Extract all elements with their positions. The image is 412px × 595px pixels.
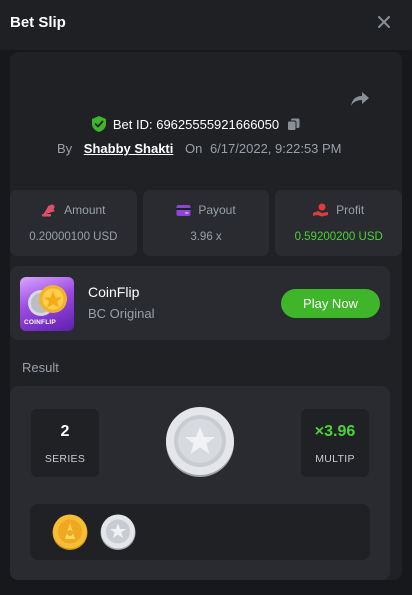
series-value: 2: [60, 423, 70, 440]
game-card: COINFLIP CoinFlip BC Original Play Now: [10, 266, 390, 340]
multiplier-box: ×3.96 MULTIP: [301, 409, 369, 477]
stat-payout-label: Payout: [198, 203, 236, 217]
bet-by-row: By Shabby Shakti On 6/17/2022, 9:22:53 P…: [57, 141, 342, 156]
bet-id-row: Bet ID: 69625555921666050: [0, 116, 392, 132]
silver-coin-icon: [166, 407, 234, 477]
game-subtitle: BC Original: [88, 306, 155, 321]
stat-profit-value: 0.59200200 USD: [294, 231, 383, 243]
user-link[interactable]: Shabby Shakti: [84, 141, 174, 156]
bet-id: Bet ID: 69625555921666050: [112, 116, 280, 132]
silver-coin-small-icon: [100, 514, 136, 550]
stat-profit: Profit 0.59200200 USD: [275, 190, 403, 256]
gold-coin-icon: [52, 514, 88, 550]
result-box: 2 SERIES ×3.96 MULTIP: [10, 386, 390, 580]
result-label: Result: [22, 360, 59, 375]
stat-payout-value: 3.96 x: [190, 231, 222, 243]
series-box: 2 SERIES: [31, 409, 99, 477]
stats-row: Amount 0.20000100 USD Payout 3.96 x Prof…: [10, 190, 403, 256]
thumbnail-tag: COINFLIP: [24, 319, 56, 326]
multiplier-value: ×3.96: [314, 423, 356, 440]
bet-datetime: 6/17/2022, 9:22:53 PM: [209, 141, 342, 156]
amount-icon: [42, 204, 56, 217]
close-icon[interactable]: [376, 14, 392, 30]
shield-check-icon: [91, 116, 106, 132]
stat-profit-label: Profit: [336, 203, 365, 217]
stat-amount-value: 0.20000100 USD: [29, 231, 118, 243]
page-title: Bet Slip: [10, 14, 66, 31]
payout-icon: [176, 204, 191, 216]
game-name: CoinFlip: [88, 284, 140, 300]
stat-amount-label: Amount: [64, 203, 106, 217]
on-label: On: [185, 141, 203, 156]
play-now-button[interactable]: Play Now: [281, 289, 380, 318]
header: Bet Slip: [0, 0, 412, 50]
by-label: By: [57, 141, 73, 156]
coin-history: [30, 504, 370, 560]
stat-payout: Payout 3.96 x: [142, 190, 270, 256]
stat-amount: Amount 0.20000100 USD: [10, 190, 137, 256]
share-icon[interactable]: [350, 90, 370, 108]
game-thumbnail[interactable]: COINFLIP: [20, 277, 74, 331]
profit-icon: [313, 203, 329, 217]
copy-icon[interactable]: [287, 118, 300, 131]
multiplier-caption: MULTIP: [315, 453, 355, 465]
series-caption: SERIES: [44, 453, 86, 465]
